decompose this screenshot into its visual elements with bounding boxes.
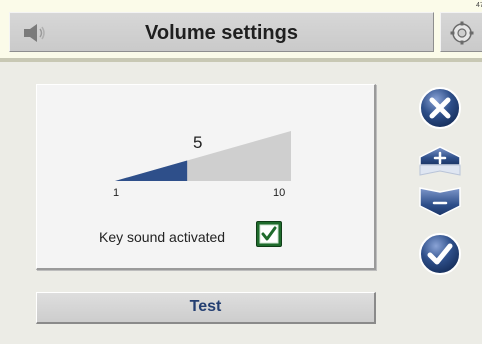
volume-value: 5 — [193, 133, 203, 152]
test-button[interactable]: Test — [36, 292, 376, 324]
volume-panel: 5 1 10 Key sound activated — [36, 84, 376, 270]
cancel-button[interactable] — [418, 86, 462, 130]
decrease-volume-button[interactable] — [418, 184, 462, 218]
corner-number: 47 — [476, 2, 482, 9]
settings-button[interactable] — [440, 12, 482, 52]
volume-track — [115, 131, 291, 181]
key-sound-label: Key sound activated — [99, 229, 226, 245]
gear-icon — [450, 21, 474, 45]
volume-settings-screen: Volume settings 47 5 1 10 Key sound acti… — [0, 0, 482, 344]
header-divider — [0, 58, 482, 62]
volume-level-graphic[interactable] — [115, 131, 291, 189]
checkmark-icon — [259, 224, 279, 244]
title-bar: Volume settings — [9, 12, 434, 52]
volume-min-label: 1 — [113, 187, 120, 199]
volume-fill — [115, 160, 188, 181]
key-sound-checkbox[interactable] — [256, 221, 282, 247]
header: Volume settings 47 — [0, 0, 482, 62]
increase-volume-button[interactable] — [418, 145, 462, 179]
confirm-button[interactable] — [418, 232, 462, 276]
volume-max-label: 10 — [273, 187, 286, 199]
page-title: Volume settings — [145, 22, 298, 44]
